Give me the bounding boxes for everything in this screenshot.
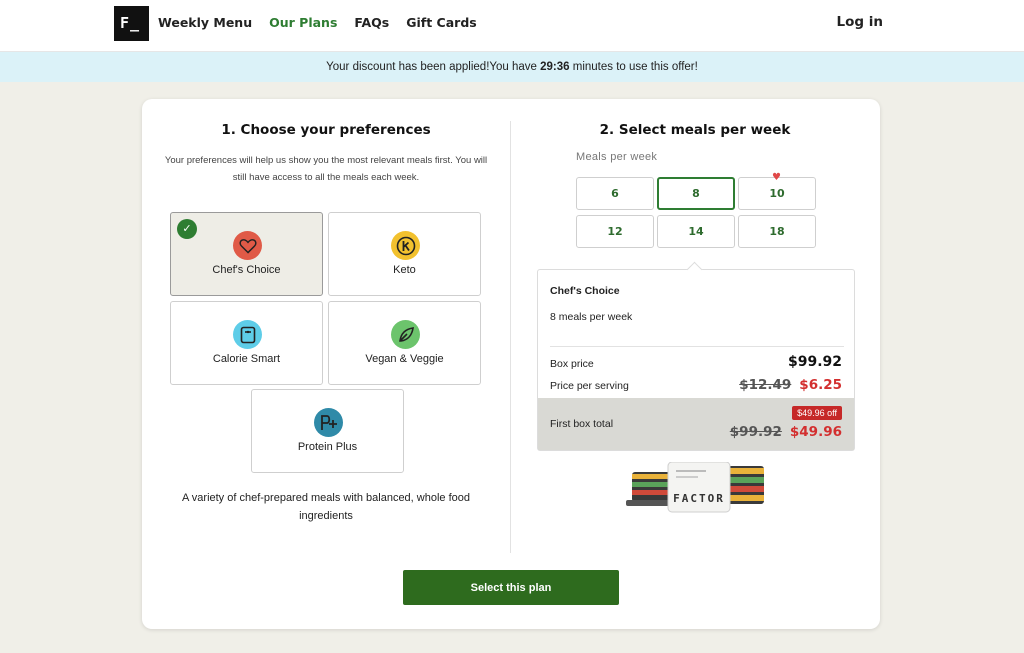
select-plan-button[interactable]: Select this plan [403,570,619,605]
factor-meal-box-image: FACTOR [626,462,764,513]
pref-protein-plus[interactable]: Protein Plus [251,389,404,473]
meals-option-14[interactable]: 14 [657,215,735,248]
box-price-label: Box price [550,358,594,370]
pref-label: Chef's Choice [212,264,281,276]
nav-weekly-menu[interactable]: Weekly Menu [158,15,252,30]
box-price-value: $99.92 [787,354,842,370]
banner-prefix: Your discount has been applied!You have [326,61,541,73]
pref-label: Vegan & Veggie [365,353,444,365]
meals-per-week-label: Meals per week [576,151,658,163]
meals-title: 2. Select meals per week [599,122,791,138]
pref-vegan-veggie[interactable]: Vegan & Veggie [328,301,481,385]
leaf-icon [391,320,420,349]
per-serving-label: Price per serving [550,380,629,392]
preferences-subtitle: Your preferences will help us show you t… [164,155,488,183]
pref-label: Calorie Smart [212,353,281,365]
meals-option-6[interactable]: 6 [576,177,654,210]
preferences-title: 1. Choose your preferences [221,122,431,138]
price-summary: Chef's Choice 8 meals per week Box price… [537,261,855,451]
discount-banner: Your discount has been applied!You have … [0,52,1024,82]
total-new-price: $49.96 [789,424,842,440]
banner-suffix: minutes to use this offer! [569,61,698,73]
meals-option-12[interactable]: 12 [576,215,654,248]
keto-k-icon [391,231,420,260]
heart-icon [233,231,262,260]
summary-pointer [686,261,703,278]
nav-faqs[interactable]: FAQs [354,15,389,30]
preference-description: A variety of chef-prepared meals with ba… [182,492,470,522]
summary-divider [550,346,844,347]
summary-plan-name: Chef's Choice [550,285,620,297]
login-link[interactable]: Log in [837,14,883,30]
scale-icon [233,320,262,349]
total-prices: $99.92 $49.96 [730,423,842,441]
nav-gift-cards[interactable]: Gift Cards [406,15,476,30]
per-serving-new-price: $6.25 [799,377,842,393]
nav-our-plans[interactable]: Our Plans [269,15,337,30]
per-serving-old-price: $12.49 [739,377,792,393]
total-old-price: $99.92 [729,424,782,440]
meals-option-10[interactable]: ♥ 10 [738,173,816,210]
pref-label: Keto [393,264,416,276]
pref-chefs-choice[interactable]: ✓ Chef's Choice [170,212,323,296]
factor-logo[interactable]: F_ [114,6,149,41]
site-header: F_ Weekly Menu Our Plans FAQs Gift Cards… [0,0,1024,52]
meals-option-label: 10 [769,187,785,200]
first-box-total-row: First box total $49.96 off $99.92 $49.96 [538,398,854,450]
pref-label: Protein Plus [297,441,358,453]
offer-timer: 29:36 [540,61,570,73]
protein-plus-icon [314,408,343,437]
summary-meals: 8 meals per week [550,311,633,323]
main-nav: Weekly Menu Our Plans FAQs Gift Cards [158,15,477,30]
product-brand-text: FACTOR [673,492,725,505]
pref-keto[interactable]: Keto [328,212,481,296]
per-serving-prices: $12.49 $6.25 [739,376,842,394]
pref-calorie-smart[interactable]: Calorie Smart [170,301,323,385]
plan-card: 1. Choose your preferences Your preferen… [142,99,880,629]
discount-badge: $49.96 off [792,406,842,420]
favorite-heart-icon: ♥ [772,172,781,183]
column-divider [510,121,511,553]
meals-option-8[interactable]: 8 [657,177,735,210]
selected-check-icon: ✓ [177,219,197,239]
meals-option-18[interactable]: 18 [738,215,816,248]
first-box-total-label: First box total [550,418,614,430]
